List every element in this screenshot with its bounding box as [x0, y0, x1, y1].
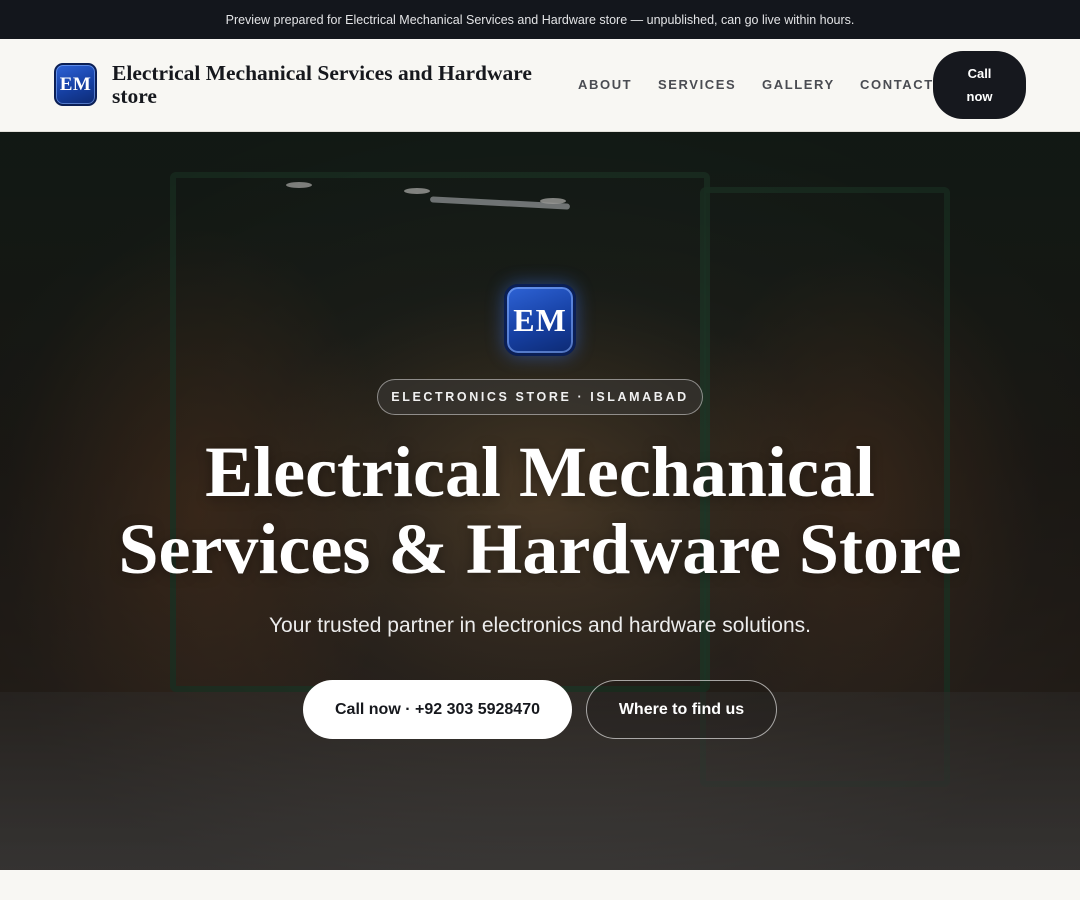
hero-title-line-2: Services & Hardware Store	[118, 509, 962, 589]
site-header: EM Electrical Mechanical Services and Ha…	[0, 39, 1080, 132]
hero-logo: EM	[504, 284, 576, 356]
nav-gallery[interactable]: GALLERY	[762, 77, 835, 93]
brand-logo[interactable]: EM	[54, 63, 97, 106]
next-section	[0, 870, 1080, 900]
hero-title: Electrical Mechanical Services & Hardwar…	[90, 434, 990, 588]
hero-section: EM ELECTRONICS STORE · ISLAMABAD Electri…	[0, 132, 1080, 870]
nav-about[interactable]: ABOUT	[578, 77, 632, 93]
hero-title-line-1: Electrical Mechanical	[205, 432, 875, 512]
brand-logo-text: EM	[59, 73, 92, 95]
header-call-button[interactable]: Call now	[933, 51, 1026, 119]
hero-find-us-button[interactable]: Where to find us	[586, 680, 777, 739]
hero-subtitle: Your trusted partner in electronics and …	[268, 614, 812, 637]
hero-badge: ELECTRONICS STORE · ISLAMABAD	[377, 379, 703, 415]
nav-services[interactable]: SERVICES	[658, 77, 736, 93]
preview-banner-text: Preview prepared for Electrical Mechanic…	[225, 12, 855, 27]
hero-logo-text: EM	[513, 301, 567, 338]
hero-call-button[interactable]: Call now · +92 303 5928470	[303, 680, 572, 739]
nav-contact[interactable]: CONTACT	[860, 77, 934, 93]
brand-name[interactable]: Electrical Mechanical Services and Hardw…	[112, 62, 562, 108]
preview-banner: Preview prepared for Electrical Mechanic…	[0, 0, 1080, 39]
